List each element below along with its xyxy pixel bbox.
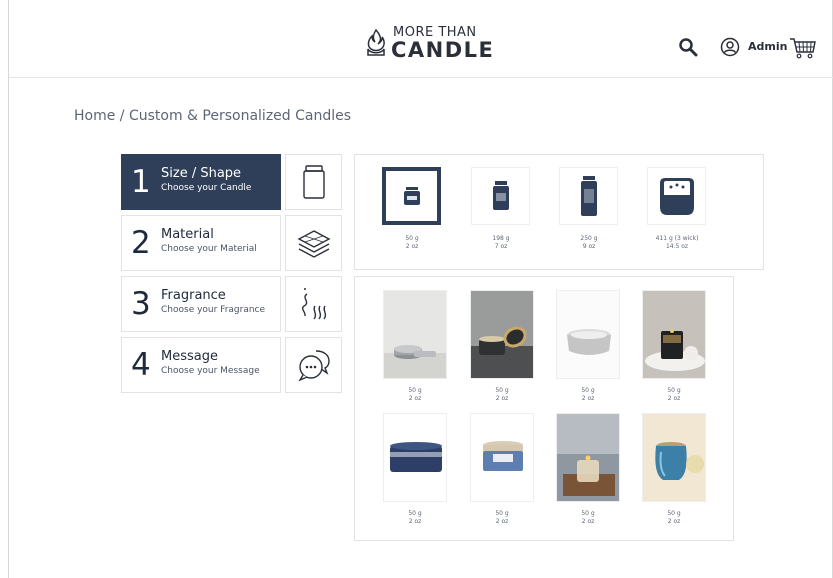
user-account-icon[interactable]	[720, 37, 740, 57]
step-number: 2	[131, 225, 151, 261]
step-title: Message	[161, 349, 218, 364]
candle-photo	[557, 291, 619, 378]
size-option-250g[interactable]	[559, 167, 618, 225]
product-image-blue-jar-wood-lid[interactable]	[470, 413, 534, 502]
product-image-turquoise-jar[interactable]	[642, 413, 706, 502]
candle-photo	[471, 414, 533, 501]
product-image-lit-candle-wood[interactable]	[556, 413, 620, 502]
product-grid-panel: 50 g2 oz 50 g2 oz 50 g2 oz 50 g 2 oz 50 …	[354, 276, 734, 541]
chat-bubbles-icon	[298, 350, 330, 382]
candle-photo	[557, 414, 619, 501]
brand-logo[interactable]: MORE THAN CANDLE	[365, 22, 495, 66]
breadcrumb[interactable]: Home / Custom & Personalized Candles	[74, 108, 351, 124]
product-caption: 50 g2 oz	[581, 510, 595, 525]
step-size-shape[interactable]: 1 Size / Shape Choose your Candle	[121, 154, 281, 210]
size-caption: 50 g2 oz	[405, 235, 419, 250]
step-number: 1	[131, 164, 151, 200]
product-caption: 50 g2 oz	[408, 387, 422, 402]
product-image-black-jar-tray[interactable]	[642, 290, 706, 379]
step-material[interactable]: 2 Material Choose your Material	[121, 215, 281, 271]
candle-photo	[471, 291, 533, 378]
scent-waves-icon	[301, 288, 327, 320]
step-subtitle: Choose your Fragrance	[161, 305, 266, 315]
jar-small-icon	[403, 187, 420, 205]
jar-three-wick-icon	[659, 178, 694, 215]
shopping-cart-icon[interactable]	[789, 36, 817, 60]
jar-medium-icon	[492, 181, 509, 210]
user-name-label[interactable]: Admin	[748, 40, 787, 53]
step-fragrance-icon-box[interactable]	[285, 276, 342, 332]
size-option-50g[interactable]	[382, 167, 441, 225]
product-caption: 50 g2 oz	[667, 510, 681, 525]
page-frame: MORE THAN CANDLE Admin Home / Custom & P…	[8, 0, 833, 578]
candle-photo	[384, 414, 446, 501]
step-title: Size / Shape	[161, 166, 242, 181]
product-image-navy-tin[interactable]	[383, 413, 447, 502]
size-option-411g[interactable]	[647, 167, 706, 225]
step-number: 3	[131, 286, 151, 322]
candle-flame-icon	[367, 28, 385, 56]
step-subtitle: Choose your Candle	[161, 183, 252, 193]
layers-icon	[297, 230, 331, 258]
step-size-shape-icon-box[interactable]	[285, 154, 342, 210]
candle-photo	[384, 291, 446, 378]
step-message-icon-box[interactable]	[285, 337, 342, 393]
step-number: 4	[131, 347, 151, 383]
step-fragrance[interactable]: 3 Fragrance Choose your Fragrance	[121, 276, 281, 332]
jar-tall-icon	[580, 176, 597, 216]
brand-line-2: CANDLE	[391, 38, 495, 62]
jar-icon	[303, 165, 325, 199]
step-message[interactable]: 4 Message Choose your Message	[121, 337, 281, 393]
step-title: Material	[161, 227, 214, 242]
size-option-198g[interactable]	[471, 167, 530, 225]
product-caption: 50 g2 oz	[495, 510, 509, 525]
candle-photo	[643, 414, 705, 501]
search-icon[interactable]	[678, 37, 698, 57]
size-caption: 250 g9 oz	[580, 235, 598, 250]
size-caption: 411 g (3 wick) 14.5 oz	[655, 235, 699, 250]
product-caption: 50 g2 oz	[408, 510, 422, 525]
product-image-tin-candle[interactable]	[383, 290, 447, 379]
product-image-dark-tin[interactable]	[470, 290, 534, 379]
product-caption: 50 g2 oz	[667, 387, 681, 402]
product-image-concrete-bowl[interactable]	[556, 290, 620, 379]
size-options-panel: 50 g2 oz 198 g7 oz 250 g9 oz 411 g (3 wi…	[354, 154, 764, 270]
candle-photo	[643, 291, 705, 378]
product-caption: 50 g2 oz	[495, 387, 509, 402]
size-caption: 198 g7 oz	[492, 235, 510, 250]
step-subtitle: Choose your Message	[161, 366, 260, 376]
site-header: MORE THAN CANDLE Admin	[9, 0, 833, 78]
product-caption: 50 g2 oz	[581, 387, 595, 402]
step-subtitle: Choose your Material	[161, 244, 257, 254]
step-material-icon-box[interactable]	[285, 215, 342, 271]
step-title: Fragrance	[161, 288, 226, 303]
